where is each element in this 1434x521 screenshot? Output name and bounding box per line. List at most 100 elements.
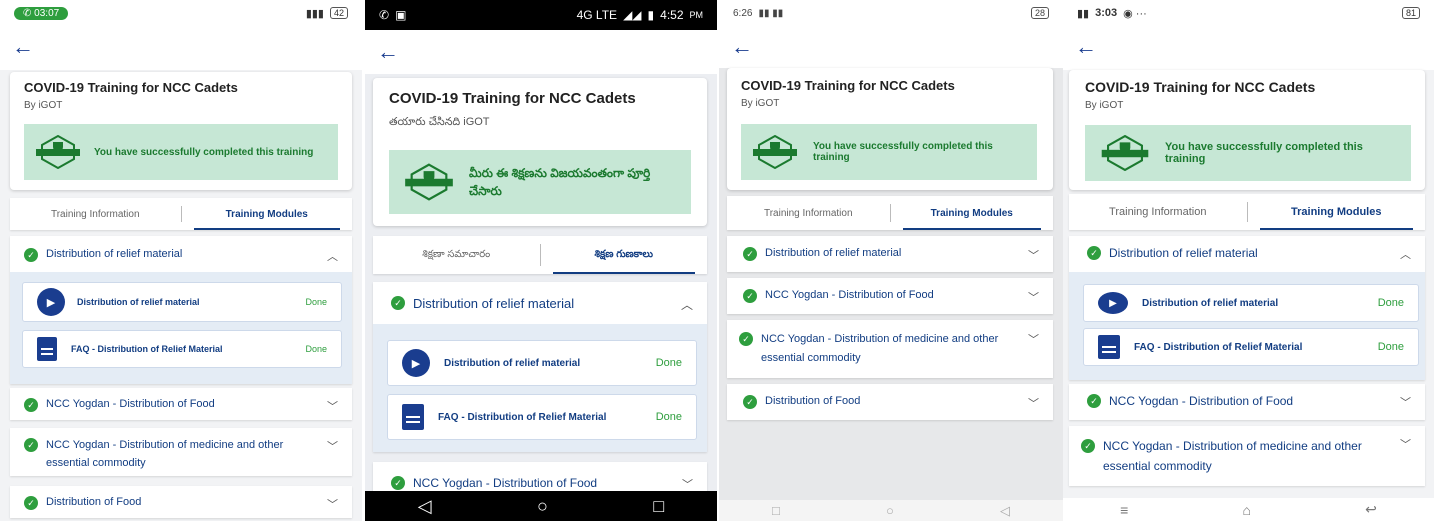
module-header[interactable]: ✓ Distribution of relief material	[391, 296, 574, 311]
module-title: NCC Yogdan - Distribution of Food	[765, 289, 934, 301]
chevron-up-icon[interactable]: ︿	[1400, 246, 1411, 262]
trophy-badge-icon	[405, 163, 453, 201]
nav-home-icon[interactable]: ⌂	[1242, 502, 1250, 518]
chevron-down-icon[interactable]: ﹀	[327, 496, 338, 512]
item-faq[interactable]: FAQ - Distribution of Relief Material Do…	[22, 330, 342, 368]
phone-3: 6:26 ▮▮ ▮▮ 28 ← COVID-19 Training for NCC…	[719, 0, 1063, 521]
chevron-down-icon[interactable]: ﹀	[1028, 395, 1039, 411]
nav-back-icon[interactable]: ◁	[418, 496, 432, 517]
back-arrow-icon[interactable]: ←	[12, 36, 34, 58]
play-icon: ▶	[37, 288, 65, 316]
check-icon: ✓	[24, 398, 38, 412]
module-title: Distribution of relief material	[46, 248, 183, 260]
check-icon: ✓	[24, 438, 38, 452]
signal-icon: ▮▮▮	[305, 7, 324, 20]
nav-menu-icon[interactable]: ≡	[1120, 502, 1128, 518]
nav-recents-icon[interactable]: □	[653, 496, 664, 517]
module-relief-expanded: ✓ Distribution of relief material ︿ ▶ Dis…	[373, 282, 707, 452]
course-title: COVID-19 Training for NCC Cadets	[1085, 79, 1316, 95]
document-icon	[37, 337, 57, 361]
module-header[interactable]: ✓ Distribution of relief material	[1087, 246, 1258, 260]
network-label: 4G LTE	[576, 8, 618, 22]
document-icon	[1098, 335, 1120, 359]
course-card: COVID-19 Training for NCC Cadets By iGOT…	[727, 68, 1053, 190]
chevron-down-icon[interactable]: ﹀	[1028, 289, 1039, 305]
completion-text: మీరు ఈ శిక్షణను విజయవంతంగా పూర్తి చేసారు	[469, 166, 651, 198]
module-food[interactable]: ✓ NCC Yogdan - Distribution of Food ﹀	[10, 388, 352, 420]
module-title: NCC Yogdan - Distribution of medicine an…	[46, 439, 284, 469]
app-bar: ←	[719, 26, 1063, 68]
tab-bar: శిక్షణా సమాచారం శిక్షణ గుణకాలు	[373, 236, 707, 274]
item-status: Done	[1377, 297, 1404, 309]
chevron-down-icon[interactable]: ﹀	[1028, 247, 1039, 263]
module-relief[interactable]: ✓ Distribution of relief material ﹀	[727, 236, 1053, 272]
nav-recents-icon[interactable]: □	[772, 503, 780, 518]
tab-training-modules[interactable]: Training Modules	[1248, 194, 1426, 230]
tab-bar: Training Information Training Modules	[727, 196, 1053, 230]
back-arrow-icon[interactable]: ←	[377, 41, 399, 63]
module-food[interactable]: ✓ NCC Yogdan - Distribution of Food ﹀	[1069, 384, 1425, 420]
item-video[interactable]: ▶ Distribution of relief material Done	[387, 340, 697, 386]
check-icon: ✓	[1087, 394, 1101, 408]
nav-home-icon[interactable]: ○	[886, 503, 894, 518]
module-title: NCC Yogdan - Distribution of Food	[413, 476, 598, 490]
item-status: Done	[655, 411, 682, 423]
chevron-down-icon[interactable]: ﹀	[1400, 436, 1411, 452]
nav-back-icon[interactable]: ↩	[1365, 501, 1377, 518]
item-faq[interactable]: FAQ - Distribution of Relief Material Do…	[1083, 328, 1419, 366]
module-distribution-food[interactable]: ✓ Distribution of Food ﹀	[10, 486, 352, 518]
chevron-down-icon[interactable]: ﹀	[1028, 331, 1039, 347]
module-food[interactable]: ✓ NCC Yogdan - Distribution of Food ﹀	[727, 278, 1053, 314]
module-header[interactable]: ✓ Distribution of relief material	[24, 248, 182, 262]
item-label: Distribution of relief material	[1142, 297, 1279, 309]
tab-training-modules[interactable]: Training Modules	[891, 196, 1054, 230]
item-label: FAQ - Distribution of Relief Material	[71, 344, 223, 354]
tab-training-information[interactable]: Training Information	[10, 198, 181, 230]
battery-icon: 42	[329, 7, 348, 19]
item-faq[interactable]: FAQ - Distribution of Relief Material Do…	[387, 394, 697, 440]
back-arrow-icon[interactable]: ←	[731, 36, 753, 58]
back-arrow-icon[interactable]: ←	[1075, 36, 1097, 58]
chevron-up-icon[interactable]: ︿	[681, 296, 693, 313]
nav-back-icon[interactable]: ◁	[1000, 503, 1010, 519]
status-bar: ✆ ▣ 4G LTE ◢◢ ▮ 4:52 PM	[365, 0, 717, 30]
chevron-down-icon[interactable]: ﹀	[682, 476, 693, 492]
course-author: By iGOT	[24, 100, 63, 111]
chevron-up-icon[interactable]: ︿	[327, 248, 338, 264]
check-icon: ✓	[391, 476, 405, 490]
module-title: Distribution of relief material	[1109, 246, 1258, 260]
nav-home-icon[interactable]: ○	[537, 496, 548, 517]
tab-training-information[interactable]: శిక్షణా సమాచారం	[373, 236, 540, 274]
system-nav-bar: ◁ ○ □	[365, 491, 717, 521]
completion-banner: You have successfully completed this tra…	[1085, 125, 1411, 181]
app-bar: ←	[1063, 26, 1434, 70]
course-card: COVID-19 Training for NCC Cadets By iGOT…	[1069, 70, 1425, 190]
notification-icon: ▣	[395, 8, 407, 22]
system-nav-bar: ≡ ⌂ ↩	[1063, 498, 1434, 521]
phone-4: ▮▮ 3:03 ◉ ··· 81 ← COVID-19 Training for N…	[1063, 0, 1434, 521]
course-card: COVID-19 Training for NCC Cadets By iGOT…	[10, 72, 352, 190]
status-time: 4:52	[660, 8, 684, 22]
app-bar: ←	[365, 30, 717, 74]
item-video[interactable]: ▶ Distribution of relief material Done	[1083, 284, 1419, 322]
phone-1: ✆ 03:07 ▮▮▮ 42 ← COVID-19 Training for NC…	[0, 0, 362, 521]
tab-training-information[interactable]: Training Information	[1069, 194, 1247, 230]
completion-text: You have successfully completed this tra…	[1165, 141, 1363, 165]
module-medicine[interactable]: ✓ NCC Yogdan - Distribution of medicine a…	[727, 320, 1053, 378]
chevron-down-icon[interactable]: ﹀	[327, 438, 338, 454]
tab-training-information[interactable]: Training Information	[727, 196, 890, 230]
item-video[interactable]: ▶ Distribution of relief material Done	[22, 282, 342, 322]
course-author: By iGOT	[1085, 100, 1124, 111]
module-medicine[interactable]: ✓ NCC Yogdan - Distribution of medicine a…	[1069, 426, 1425, 486]
status-time: 3:03	[1095, 7, 1118, 19]
module-medicine[interactable]: ✓ NCC Yogdan - Distribution of medicine a…	[10, 428, 352, 476]
tab-training-modules[interactable]: Training Modules	[182, 198, 353, 230]
item-status: Done	[305, 297, 327, 307]
module-title: NCC Yogdan - Distribution of Food	[1109, 394, 1294, 408]
course-title: COVID-19 Training for NCC Cadets	[389, 90, 636, 107]
module-distribution-food[interactable]: ✓ Distribution of Food ﹀	[727, 384, 1053, 420]
tab-training-modules[interactable]: శిక్షణ గుణకాలు	[541, 236, 708, 274]
chevron-down-icon[interactable]: ﹀	[1400, 394, 1411, 410]
notification-icon: ◉ ···	[1123, 7, 1147, 20]
chevron-down-icon[interactable]: ﹀	[327, 398, 338, 414]
